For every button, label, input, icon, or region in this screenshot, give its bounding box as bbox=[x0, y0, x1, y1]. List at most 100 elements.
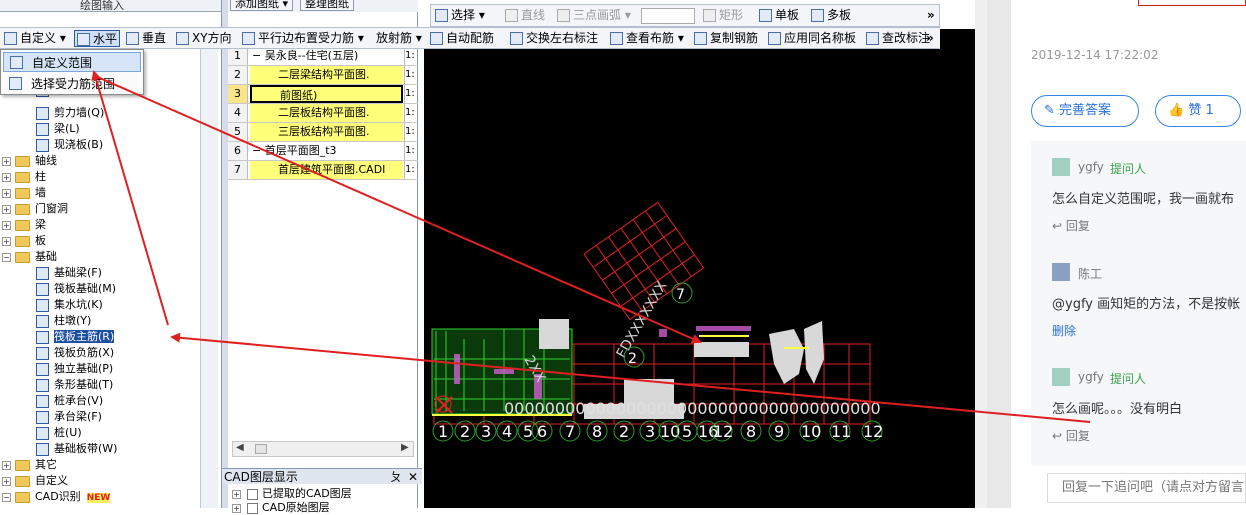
scroll-thumb[interactable] bbox=[255, 444, 267, 454]
check-label-button[interactable]: 查改标注 bbox=[866, 30, 930, 47]
tree-item[interactable]: 承台梁(F) bbox=[36, 409, 102, 425]
expand-icon[interactable]: + bbox=[2, 221, 11, 230]
avatar[interactable] bbox=[1052, 263, 1070, 281]
apply-same-button[interactable]: 应用同名称板 bbox=[768, 30, 856, 47]
expand-icon[interactable]: + bbox=[232, 504, 241, 513]
toolbar-overflow-icon[interactable]: » bbox=[927, 7, 935, 24]
tree-item[interactable]: 桩承台(V) bbox=[36, 393, 103, 409]
swap-label-button[interactable]: 交换左右标注 bbox=[510, 30, 598, 47]
view-rebar-button[interactable]: 查看布筋 ▾ bbox=[610, 30, 684, 47]
tree-item[interactable]: + 自定义 bbox=[2, 473, 68, 489]
rect-button[interactable]: 矩形 bbox=[703, 7, 743, 24]
tree-item[interactable]: 梁(L) bbox=[36, 121, 80, 137]
image-thumbnail[interactable] bbox=[1138, 0, 1246, 6]
expand-icon[interactable]: + bbox=[232, 490, 241, 499]
checkbox[interactable] bbox=[247, 488, 258, 500]
comment-user[interactable]: ygfy bbox=[1078, 370, 1104, 384]
xy-button[interactable]: XY方向 bbox=[176, 30, 232, 47]
tree-item[interactable]: − 基础 bbox=[2, 249, 57, 265]
expand-icon[interactable]: − bbox=[2, 253, 11, 262]
tree-item[interactable]: 桩(U) bbox=[36, 425, 82, 441]
drawing-row[interactable]: 7 首层建筑平面图.CADI 1: bbox=[228, 161, 418, 180]
parallel-button[interactable]: 平行边布置受力筋 ▾ bbox=[242, 30, 364, 47]
improve-answer-label: 完善答案 bbox=[1059, 103, 1112, 118]
comment-user[interactable]: 陈工 bbox=[1078, 265, 1102, 282]
like-button[interactable]: 👍 赞 1 bbox=[1155, 95, 1241, 127]
checkbox[interactable] bbox=[247, 502, 258, 514]
add-drawing-button[interactable]: 添加图纸 ▾ bbox=[230, 0, 294, 11]
menu-item-select-range[interactable]: 选择受力筋范围 bbox=[3, 74, 141, 94]
custom-button[interactable]: 自定义 ▾ bbox=[4, 30, 66, 47]
avatar[interactable] bbox=[1052, 368, 1070, 386]
cad-layer-item[interactable]: + 已提取的CAD图层 bbox=[232, 487, 352, 501]
expand-icon[interactable]: + bbox=[2, 461, 11, 470]
tree-item[interactable]: 集水坑(K) bbox=[36, 297, 103, 313]
drawing-row[interactable]: 2 二层梁结构平面图. 1: bbox=[228, 66, 418, 85]
expand-icon[interactable]: + bbox=[2, 173, 11, 182]
tree-item[interactable]: 基础板带(W) bbox=[36, 441, 117, 457]
tree-item[interactable]: + 轴线 bbox=[2, 153, 57, 169]
drawing-hscrollbar[interactable]: ◀ ▶ bbox=[232, 441, 414, 457]
single-slab-button[interactable]: 单板 bbox=[759, 7, 799, 24]
radial-button[interactable]: 放射筋 ▾ bbox=[376, 30, 422, 47]
tree-scrollbar[interactable] bbox=[200, 45, 218, 508]
scroll-right-icon[interactable]: ▶ bbox=[401, 442, 409, 453]
drawing-row[interactable]: 5 三层板结构平面图. 1: bbox=[228, 123, 418, 142]
reply-button[interactable]: ↩ 回复 bbox=[1052, 427, 1090, 444]
pin-icon[interactable]: ㄆ bbox=[390, 469, 402, 485]
menu-item-custom-range[interactable]: 自定义范围 bbox=[3, 52, 141, 72]
tree-item[interactable]: + 门窗洞 bbox=[2, 201, 68, 217]
tree-item[interactable]: 独立基础(P) bbox=[36, 361, 113, 377]
drawing-row[interactable]: 3 前图纸) 1: bbox=[228, 85, 418, 104]
select-button[interactable]: 选择 ▾ bbox=[435, 7, 485, 24]
delete-button[interactable]: 删除 bbox=[1052, 322, 1076, 339]
cad-layer-item[interactable]: + CAD原始图层 bbox=[232, 501, 330, 515]
tree-item[interactable]: + 梁 bbox=[2, 217, 46, 233]
reply-button[interactable]: ↩ 回复 bbox=[1052, 217, 1090, 234]
copy-rebar-button[interactable]: 复制钢筋 bbox=[694, 30, 758, 47]
tree-item-label: 其它 bbox=[35, 458, 57, 471]
collapse-icon[interactable]: − bbox=[252, 49, 265, 62]
expand-icon[interactable]: + bbox=[2, 157, 11, 166]
expand-icon[interactable]: + bbox=[2, 205, 11, 214]
toolbar2-overflow-icon[interactable]: » bbox=[926, 30, 934, 47]
scroll-left-icon[interactable]: ◀ bbox=[236, 442, 244, 453]
tree-item[interactable]: 条形基础(T) bbox=[36, 377, 113, 393]
expand-icon[interactable]: + bbox=[2, 237, 11, 246]
tree-item[interactable]: + 墙 bbox=[2, 185, 46, 201]
collapse-icon[interactable]: − bbox=[252, 144, 265, 157]
horizontal-button[interactable]: 水平 bbox=[74, 30, 121, 47]
shape-dropdown[interactable] bbox=[641, 7, 695, 24]
tree-item[interactable]: 基础梁(F) bbox=[36, 265, 102, 281]
comment-user[interactable]: ygfy bbox=[1078, 160, 1104, 174]
tree-item[interactable]: + 板 bbox=[2, 233, 46, 249]
close-icon[interactable]: ✕ bbox=[408, 469, 418, 485]
tree-item[interactable]: 剪力墙(Q) bbox=[36, 105, 104, 121]
tree-item[interactable]: + 其它 bbox=[2, 457, 57, 473]
tree-item[interactable]: + 柱 bbox=[2, 169, 46, 185]
organize-drawing-button[interactable]: 整理图纸 bbox=[300, 0, 354, 11]
improve-answer-button[interactable]: ✎ 完善答案 bbox=[1031, 95, 1139, 127]
tree-item[interactable]: 筏板负筋(X) bbox=[36, 345, 114, 361]
tree-item[interactable]: − CAD识别 NEW bbox=[2, 489, 111, 505]
avatar[interactable] bbox=[1052, 158, 1070, 176]
vertical-button[interactable]: 垂直 bbox=[126, 30, 166, 47]
select-range-icon bbox=[9, 77, 22, 90]
drawing-row[interactable]: 1− 吴永良--住宅(五层) 1: bbox=[228, 47, 418, 66]
tree-item[interactable]: 筏板基础(M) bbox=[36, 281, 116, 297]
tree-item[interactable]: 现浇板(B) bbox=[36, 137, 103, 153]
drawing-row[interactable]: 4 二层板结构平面图. 1: bbox=[228, 104, 418, 123]
multi-slab-button[interactable]: 多板 bbox=[811, 7, 851, 24]
line-button[interactable]: 直线 bbox=[505, 7, 545, 24]
expand-icon[interactable]: + bbox=[2, 477, 11, 486]
auto-rebar-button[interactable]: 自动配筋 bbox=[430, 30, 494, 47]
reply-input[interactable]: 回复一下追问吧（请点对方留言 bbox=[1047, 473, 1246, 503]
expand-icon[interactable]: + bbox=[2, 189, 11, 198]
arc-button[interactable]: 三点画弧 ▾ bbox=[557, 7, 631, 24]
expand-icon[interactable]: − bbox=[2, 493, 11, 502]
drawing-row[interactable]: 6− 首层平面图_t3 1: bbox=[228, 142, 418, 161]
tree-item[interactable]: 筏板主筋(R) bbox=[36, 329, 115, 345]
tree-item[interactable]: 柱墩(Y) bbox=[36, 313, 91, 329]
canvas-scrollbar[interactable] bbox=[975, 0, 987, 508]
drawing-canvas[interactable]: 1 2 3 4 5 6 7 8 2 3 10 5 16 12 8 9 10 11 12 00000000000000… bbox=[424, 29, 975, 508]
